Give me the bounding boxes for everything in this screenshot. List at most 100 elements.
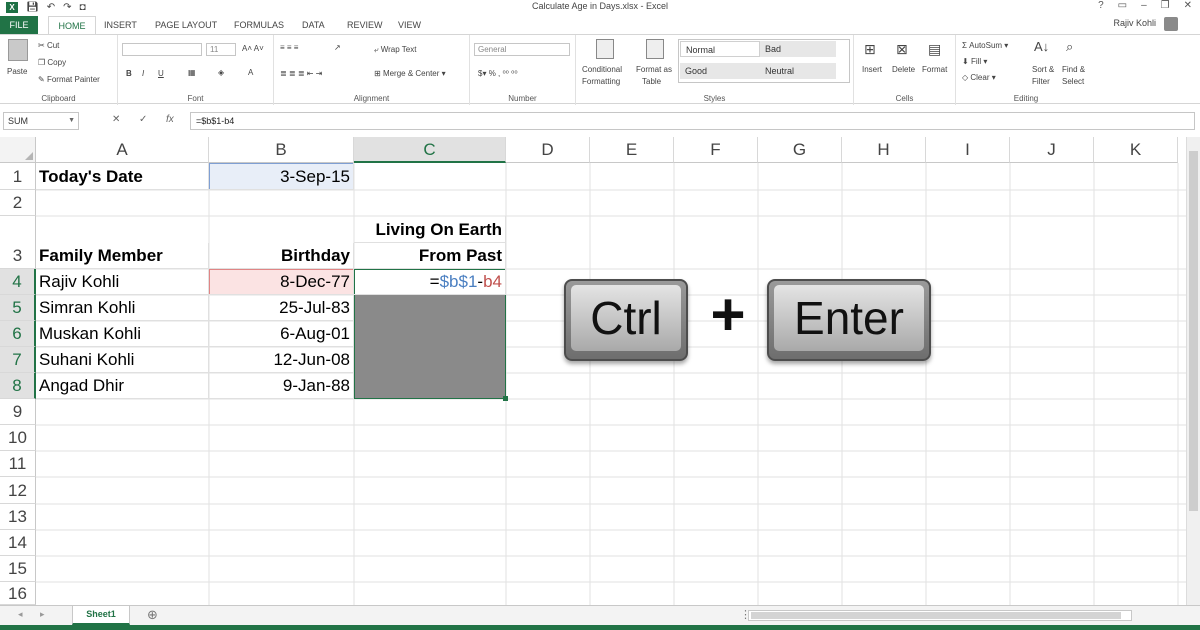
fill-button[interactable]: ⬇ Fill ▾ (962, 57, 987, 66)
scroll-right-sheet-icon[interactable]: ▸ (40, 609, 45, 620)
number-format-icons[interactable]: $▾ % , ⁰⁰ ⁰⁰ (478, 69, 518, 78)
vertical-scrollbar[interactable] (1186, 137, 1200, 605)
horizontal-scrollbar[interactable] (748, 610, 1132, 621)
cell-b8[interactable]: 9-Jan-88 (209, 373, 354, 399)
tab-page-layout[interactable]: PAGE LAYOUT (155, 16, 217, 34)
delete-cells-icon[interactable]: ⊠ (896, 41, 908, 58)
cell-b4[interactable]: 8-Dec-77 (209, 269, 354, 295)
horizontal-scrollbar-thumb[interactable] (751, 612, 1121, 619)
minimize-icon[interactable]: – (1141, 0, 1147, 11)
underline-button[interactable]: U (158, 69, 164, 78)
row-header-1[interactable]: 1 (0, 163, 36, 190)
tab-data[interactable]: DATA (302, 16, 325, 34)
column-header-e[interactable]: E (590, 137, 674, 163)
column-header-i[interactable]: I (926, 137, 1010, 163)
close-icon[interactable]: ✕ (1184, 0, 1192, 11)
paste-icon[interactable] (8, 39, 28, 61)
vertical-scrollbar-thumb[interactable] (1189, 151, 1198, 511)
tab-review[interactable]: REVIEW (347, 16, 383, 34)
sort-filter-icon[interactable]: A↓ (1034, 39, 1049, 54)
insert-cells-button[interactable]: Insert (862, 65, 882, 74)
row-header-14[interactable]: 14 (0, 530, 36, 556)
fill-color-icon[interactable]: ◈ (218, 68, 224, 77)
name-box[interactable]: SUM ▼ (3, 112, 79, 130)
insert-function-icon[interactable]: fx (166, 114, 174, 125)
scroll-left-sheet-icon[interactable]: ◂ (18, 609, 23, 620)
new-sheet-icon[interactable]: ⊕ (147, 607, 158, 623)
align-top-icons[interactable]: ≡ ≡ ≡ (280, 43, 298, 52)
tab-formulas[interactable]: FORMULAS (234, 16, 284, 34)
cell-a7[interactable]: Suhani Kohli (36, 347, 209, 373)
row-header-3[interactable]: 3 (0, 216, 36, 269)
column-header-j[interactable]: J (1010, 137, 1094, 163)
copy-button[interactable]: ❐ Copy (38, 58, 66, 67)
restore-icon[interactable]: ❐ (1161, 0, 1170, 11)
cut-button[interactable]: ✂ Cut (38, 41, 59, 50)
row-header-10[interactable]: 10 (0, 425, 36, 451)
format-painter-button[interactable]: ✎ Format Painter (38, 75, 100, 84)
row-header-12[interactable]: 12 (0, 477, 36, 504)
clear-button[interactable]: ◇ Clear ▾ (962, 73, 996, 82)
cell-c4-editing[interactable]: = $b$1- b4 (354, 269, 506, 295)
align-icons[interactable]: ≣ ≣ ≣ ⇤ ⇥ (280, 69, 322, 78)
grow-font-icon[interactable]: A˄ A˅ (242, 44, 264, 53)
borders-icon[interactable]: ▦ (188, 68, 196, 77)
insert-cells-icon[interactable]: ⊞ (864, 41, 876, 58)
conditional-formatting-button[interactable]: Conditional (582, 65, 622, 74)
user-avatar[interactable] (1164, 17, 1178, 31)
row-header-9[interactable]: 9 (0, 399, 36, 425)
fill-handle[interactable] (503, 396, 508, 401)
cell-a5[interactable]: Simran Kohli (36, 295, 209, 321)
font-color-icon[interactable]: A (248, 68, 253, 77)
row-header-8[interactable]: 8 (0, 373, 36, 399)
style-bad[interactable]: Bad (760, 41, 836, 57)
row-header-5[interactable]: 5 (0, 295, 36, 321)
cell-b7[interactable]: 12-Jun-08 (209, 347, 354, 373)
row-header-15[interactable]: 15 (0, 556, 36, 582)
sheet-tab-sheet1[interactable]: Sheet1 (72, 606, 130, 625)
wrap-text-button[interactable]: ⤶ Wrap Text (374, 45, 416, 55)
cell-a3[interactable]: Family Member (36, 243, 209, 269)
cell-b6[interactable]: 6-Aug-01 (209, 321, 354, 347)
format-cells-button[interactable]: Format (922, 65, 947, 74)
style-normal[interactable]: Normal (680, 41, 760, 57)
column-header-c[interactable]: C (354, 137, 506, 163)
cell-a1[interactable]: Today's Date (36, 163, 209, 190)
bold-button[interactable]: B (126, 69, 132, 78)
delete-cells-button[interactable]: Delete (892, 65, 915, 74)
row-header-4[interactable]: 4 (0, 269, 36, 295)
column-header-d[interactable]: D (506, 137, 590, 163)
row-header-6[interactable]: 6 (0, 321, 36, 347)
row-header-7[interactable]: 7 (0, 347, 36, 373)
column-header-b[interactable]: B (209, 137, 354, 163)
help-icon[interactable]: ? (1098, 0, 1104, 11)
paste-button[interactable]: Paste (7, 67, 27, 76)
format-as-table-icon[interactable] (646, 39, 664, 59)
select-all-button[interactable] (0, 137, 36, 163)
chevron-down-icon[interactable]: ▼ (68, 113, 75, 129)
row-header-16[interactable]: 16 (0, 582, 36, 605)
conditional-formatting-icon[interactable] (596, 39, 614, 59)
autosum-button[interactable]: Σ AutoSum ▾ (962, 41, 1008, 50)
row-header-13[interactable]: 13 (0, 504, 36, 530)
orientation-icon[interactable]: ↗ (334, 43, 341, 52)
enter-entry-icon[interactable]: ✓ (139, 114, 147, 125)
user-name[interactable]: Rajiv Kohli (1113, 18, 1156, 28)
merge-center-button[interactable]: ⊞ Merge & Center ▾ (374, 69, 446, 78)
tab-file[interactable]: FILE (0, 16, 38, 34)
italic-button[interactable]: I (142, 69, 144, 78)
find-select-button[interactable]: Find & (1062, 65, 1085, 74)
row-header-11[interactable]: 11 (0, 451, 36, 477)
formula-input[interactable]: =$b$1-b4 (190, 112, 1195, 130)
column-header-h[interactable]: H (842, 137, 926, 163)
font-name-combo[interactable] (122, 43, 202, 56)
cell-a6[interactable]: Muskan Kohli (36, 321, 209, 347)
cell-b1[interactable]: 3-Sep-15 (209, 163, 354, 190)
ribbon-display-icon[interactable]: ▭ (1118, 0, 1127, 11)
number-format-combo[interactable]: General (474, 43, 570, 56)
cell-b3[interactable]: Birthday (209, 243, 354, 269)
format-as-table-button[interactable]: Format as (636, 65, 672, 74)
style-good[interactable]: Good (680, 63, 760, 79)
tab-insert[interactable]: INSERT (104, 16, 137, 34)
font-size-combo[interactable]: 11 (206, 43, 236, 56)
